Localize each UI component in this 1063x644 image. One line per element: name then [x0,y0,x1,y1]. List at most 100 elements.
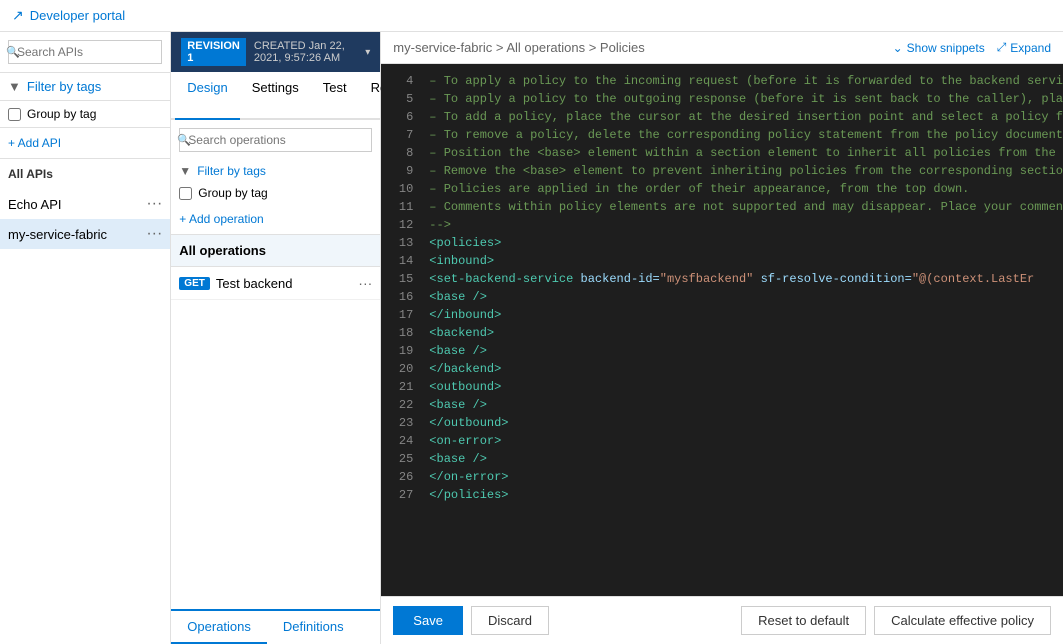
code-line-6: – To add a policy, place the cursor at t… [429,108,1063,126]
code-editor[interactable]: 4 5 6 7 8 9 10 11 12 13 14 15 16 17 18 1… [381,64,1063,596]
code-line-22: <base /> [429,396,1063,414]
operations-list: GET Test backend ··· [171,267,380,609]
reset-button[interactable]: Reset to default [741,606,866,635]
tab-settings[interactable]: Settings [240,72,311,120]
code-line-8: – Position the <base> element within a s… [429,144,1063,162]
line-num-17: 17 [381,306,421,324]
bottom-tab-definitions[interactable]: Definitions [267,611,360,644]
line-num-22: 22 [381,396,421,414]
api-name-echo: Echo API [8,197,61,212]
line-num-26: 26 [381,468,421,486]
line-num-13: 13 [381,234,421,252]
api-filter-row: ▼ Filter by tags [0,73,170,101]
code-line-25: <base /> [429,450,1063,468]
code-line-24: <on-error> [429,432,1063,450]
calculate-button[interactable]: Calculate effective policy [874,606,1051,635]
ops-groupby-row: Group by tag [171,182,380,204]
line-num-5: 5 [381,90,421,108]
line-num-24: 24 [381,432,421,450]
save-button[interactable]: Save [393,606,463,635]
show-snippets-button[interactable]: ⌄ Show snippets [893,41,985,55]
operation-name-0: Test backend [216,276,293,291]
method-badge-get: GET [179,277,210,290]
ops-groupby-checkbox[interactable] [179,187,192,200]
revision-badge: REVISION 1 [181,38,246,66]
code-line-4: – To apply a policy to the incoming requ… [429,72,1063,90]
bottom-tab-operations[interactable]: Operations [171,611,267,644]
code-line-15: <set-backend-service backend-id="mysfbac… [429,270,1063,288]
groupby-checkbox[interactable] [8,108,21,121]
expand-label: Expand [1010,41,1051,55]
all-apis-label: All APIs [0,159,170,189]
code-line-13: <policies> [429,234,1063,252]
operation-item-0[interactable]: GET Test backend ··· [171,267,380,300]
middle-bottom-tabs: Operations Definitions [171,609,380,644]
add-operation-button[interactable]: + Add operation [171,204,380,234]
line-num-25: 25 [381,450,421,468]
code-line-19: <base /> [429,342,1063,360]
line-numbers: 4 5 6 7 8 9 10 11 12 13 14 15 16 17 18 1… [381,64,421,596]
revision-info: CREATED Jan 22, 2021, 9:57:26 AM [254,40,357,64]
line-num-27: 27 [381,486,421,504]
line-num-4: 4 [381,72,421,90]
show-snippets-label: Show snippets [907,41,985,55]
line-num-10: 10 [381,180,421,198]
ops-filter-row: ▼ Filter by tags [171,160,380,182]
ops-filter-label[interactable]: Filter by tags [197,164,266,178]
expand-icon: ⤢ [997,40,1007,55]
api-item-fabric[interactable]: my-service-fabric ··· [0,219,170,249]
line-num-11: 11 [381,198,421,216]
right-panel: my-service-fabric > All operations > Pol… [381,32,1063,644]
main-layout: 🔍 ▼ Filter by tags Group by tag + Add AP… [0,32,1063,644]
line-num-19: 19 [381,342,421,360]
revision-chevron-icon[interactable]: ▾ [365,47,370,58]
tab-test[interactable]: Test [311,72,359,120]
ops-filter-icon: ▼ [179,164,191,178]
expand-button[interactable]: ⤢ Expand [997,40,1051,55]
code-line-23: </outbound> [429,414,1063,432]
code-line-14: <inbound> [429,252,1063,270]
line-num-9: 9 [381,162,421,180]
api-menu-echo[interactable]: ··· [146,195,162,213]
code-line-7: – To remove a policy, delete the corresp… [429,126,1063,144]
code-content[interactable]: – To apply a policy to the incoming requ… [421,64,1063,596]
tab-design[interactable]: Design [175,72,239,120]
bottom-action-bar: Save Discard Reset to default Calculate … [381,596,1063,644]
bottom-left-actions: Save Discard [393,606,549,635]
ops-search-input[interactable] [179,128,372,152]
api-list: Echo API ··· my-service-fabric ··· [0,189,170,644]
breadcrumb-bar: my-service-fabric > All operations > Pol… [381,32,1063,64]
code-line-5: – To apply a policy to the outgoing resp… [429,90,1063,108]
line-num-6: 6 [381,108,421,126]
ops-groupby-label: Group by tag [198,186,267,200]
operation-menu-0[interactable]: ··· [358,275,372,291]
line-num-14: 14 [381,252,421,270]
groupby-label: Group by tag [27,107,96,121]
ops-search-wrapper: 🔍 [171,120,380,160]
code-line-10: – Policies are applied in the order of t… [429,180,1063,198]
discard-button[interactable]: Discard [471,606,549,635]
line-num-20: 20 [381,360,421,378]
line-num-8: 8 [381,144,421,162]
search-icon: 🔍 [6,46,20,59]
code-line-16: <base /> [429,288,1063,306]
breadcrumb: my-service-fabric > All operations > Pol… [393,40,644,55]
code-line-11: – Comments within policy elements are no… [429,198,1063,216]
code-line-21: <outbound> [429,378,1063,396]
api-groupby-row: Group by tag [0,101,170,128]
line-num-15: 15 [381,270,421,288]
api-item-echo[interactable]: Echo API ··· [0,189,170,219]
external-link-icon: ↗ [12,7,24,24]
line-num-21: 21 [381,378,421,396]
api-filter-label[interactable]: Filter by tags [27,79,101,94]
line-num-12: 12 [381,216,421,234]
add-api-button[interactable]: + Add API [0,128,170,159]
revision-bar: REVISION 1 CREATED Jan 22, 2021, 9:57:26… [171,32,380,72]
api-search-input[interactable] [8,40,162,64]
code-line-26: </on-error> [429,468,1063,486]
main-tabs: Design Settings Test Revisions Change lo… [171,72,380,120]
api-menu-fabric[interactable]: ··· [146,225,162,243]
developer-portal-link[interactable]: Developer portal [30,8,125,23]
ops-search-icon: 🔍 [177,134,191,147]
line-num-7: 7 [381,126,421,144]
